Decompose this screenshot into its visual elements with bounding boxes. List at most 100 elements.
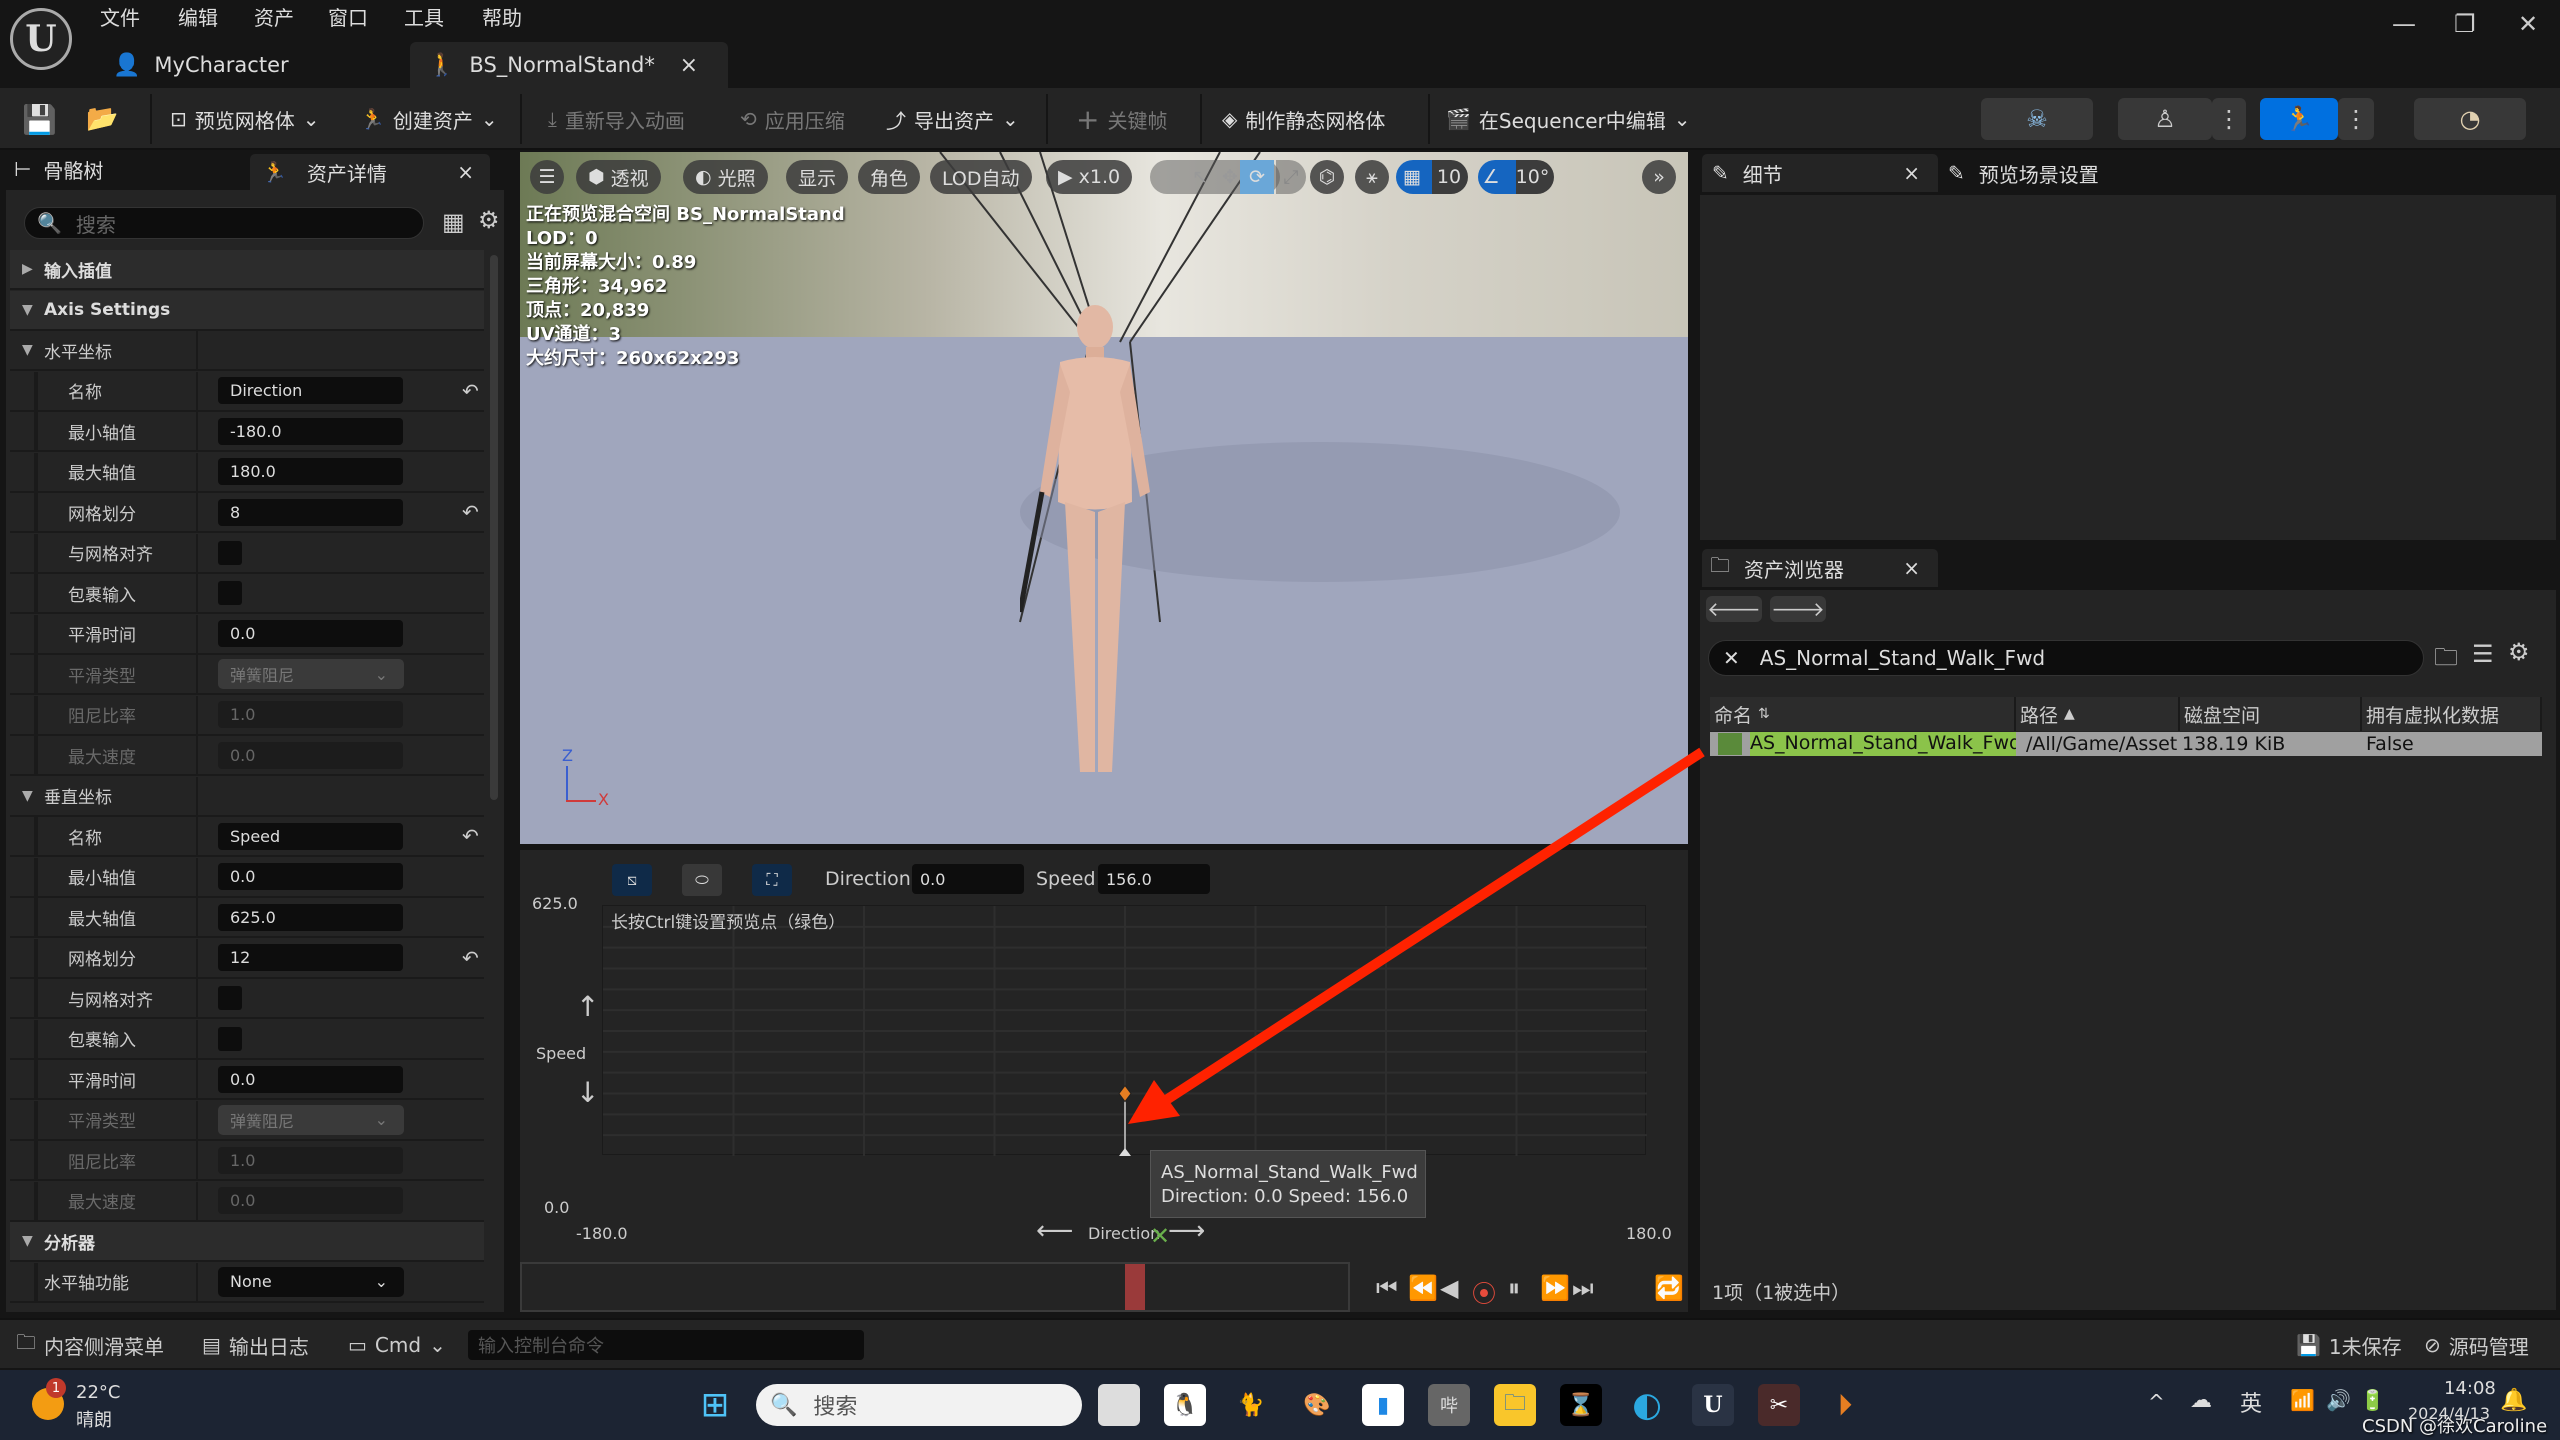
property-value-input[interactable]: Speed bbox=[218, 822, 403, 850]
move-icon[interactable]: ✥ bbox=[1222, 166, 1238, 188]
edit-in-sequencer-button[interactable]: 🎬 在Sequencer中编辑 ⌄ bbox=[1446, 88, 1691, 150]
property-value-input[interactable]: 0.0 bbox=[218, 863, 403, 890]
close-icon[interactable]: × bbox=[457, 160, 474, 184]
gear-icon[interactable]: ⚙ bbox=[478, 206, 500, 234]
menu-asset[interactable]: 资产 bbox=[254, 2, 294, 34]
details-search-input[interactable]: 🔍 搜索 bbox=[24, 207, 424, 239]
close-window-button[interactable]: ✕ bbox=[2518, 10, 2538, 38]
speed-input[interactable]: 156.0 bbox=[1098, 864, 1210, 894]
perspective-button[interactable]: ⬢ 透视 bbox=[576, 160, 661, 194]
collapse-arrow-icon[interactable]: ▼ bbox=[22, 342, 33, 358]
folder-icon[interactable]: 🗀 bbox=[2434, 640, 2458, 681]
gear-icon[interactable]: ⚙ bbox=[2508, 638, 2530, 666]
show-button[interactable]: 显示 bbox=[786, 160, 849, 194]
task-view-icon[interactable] bbox=[1098, 1384, 1140, 1426]
column-header-virtualized[interactable]: 拥有虚拟化数据 bbox=[2362, 697, 2542, 731]
menu-file[interactable]: 文件 bbox=[100, 2, 140, 34]
show-labels-toggle[interactable]: ⬭ bbox=[682, 864, 722, 896]
property-value-input[interactable]: 625.0 bbox=[218, 903, 403, 931]
preview-viewport[interactable]: ☰ ⬢ 透视 ◐ 光照 显示 角色 LOD自动 ▶ x1.0 ↖ ✥ ⟳ ⤢ ⌬ ⚹ ▦… bbox=[520, 152, 1688, 844]
property-category[interactable]: ▼ 垂直坐标 bbox=[10, 776, 484, 817]
bilibili-icon[interactable]: 哔 bbox=[1428, 1384, 1470, 1426]
mesh-mode-options[interactable]: ⋮ bbox=[2212, 98, 2246, 140]
property-checkbox[interactable] bbox=[218, 540, 242, 565]
blendspace-grid[interactable]: 长按Ctrl键设置预览点（绿色） bbox=[602, 905, 1647, 1164]
surface-snap-button[interactable]: ⚹ bbox=[1355, 160, 1389, 194]
property-checkbox[interactable] bbox=[218, 581, 242, 605]
preview-mesh-button[interactable]: ⊡ 预览网格体 ⌄ bbox=[170, 88, 320, 150]
skip-to-start-icon[interactable]: ⏮ bbox=[1376, 1274, 1398, 1302]
taskbar-search[interactable]: 🔍 搜索 bbox=[756, 1384, 1082, 1426]
windows-start-icon[interactable]: ⊞ bbox=[694, 1384, 736, 1426]
browse-asset-icon[interactable]: 📂 bbox=[86, 88, 118, 150]
file-explorer-icon[interactable]: 🗀 bbox=[1494, 1384, 1536, 1426]
property-checkbox[interactable] bbox=[218, 1026, 242, 1051]
filter-icon[interactable]: ☰ bbox=[2472, 640, 2494, 668]
capcut-icon[interactable]: ⌛ bbox=[1560, 1384, 1602, 1426]
close-icon[interactable]: × bbox=[1903, 161, 1920, 185]
skip-to-end-icon[interactable]: ⏭ bbox=[1572, 1274, 1594, 1302]
close-icon[interactable]: × bbox=[680, 53, 698, 78]
output-log-button[interactable]: ▤ 输出日志 bbox=[202, 1320, 309, 1370]
angle-snap-button[interactable]: ∠ 10° bbox=[1478, 160, 1554, 194]
console-command-input[interactable]: 输入控制台命令 bbox=[468, 1330, 864, 1360]
property-category[interactable]: ▶ 输入插值 bbox=[10, 250, 484, 290]
tab-asset-details[interactable]: 🏃 资产详情 × bbox=[250, 154, 490, 190]
collapse-arrow-icon[interactable]: ▼ bbox=[22, 1233, 33, 1249]
column-header-name[interactable]: 命名 ⇅ bbox=[1710, 697, 2016, 731]
expand-arrow-icon[interactable]: ▶ bbox=[22, 261, 33, 277]
collapse-arrow-icon[interactable]: ▼ bbox=[22, 302, 33, 318]
animation-mode-options[interactable]: ⋮ bbox=[2338, 98, 2374, 140]
volume-icon[interactable]: 🔊 bbox=[2326, 1388, 2351, 1412]
character-button[interactable]: 角色 bbox=[858, 160, 921, 194]
fit-view-toggle[interactable]: ⛶ bbox=[752, 864, 792, 896]
property-checkbox[interactable] bbox=[218, 986, 242, 1010]
triangulation-toggle[interactable]: ⧅ bbox=[612, 864, 652, 896]
menu-window[interactable]: 窗口 bbox=[328, 2, 368, 34]
reset-to-default-icon[interactable]: ↶ bbox=[462, 500, 479, 524]
play-reverse-icon[interactable]: ◀ bbox=[1440, 1274, 1458, 1302]
animation-mode-button[interactable]: 🏃 bbox=[2260, 98, 2338, 140]
loop-icon[interactable]: 🔁 bbox=[1654, 1274, 1684, 1302]
viewport-menu-button[interactable]: ☰ bbox=[530, 160, 564, 194]
restore-button[interactable]: ❐ bbox=[2454, 10, 2476, 38]
make-static-mesh-button[interactable]: ◈ 制作静态网格体 bbox=[1222, 88, 1385, 150]
column-header-disk-size[interactable]: 磁盘空间 bbox=[2180, 697, 2362, 731]
qq-icon[interactable]: 🐧 bbox=[1164, 1384, 1206, 1426]
property-value-input[interactable]: -180.0 bbox=[218, 417, 403, 445]
show-hidden-icons[interactable]: ^ bbox=[2148, 1390, 2165, 1414]
close-icon[interactable]: × bbox=[1903, 556, 1920, 580]
notification-bell-icon[interactable]: 🔔 bbox=[2500, 1388, 2527, 1413]
clock-time[interactable]: 14:08 bbox=[2444, 1378, 2496, 1399]
menu-help[interactable]: 帮助 bbox=[482, 2, 522, 34]
property-value-input[interactable]: 0.0 bbox=[218, 620, 403, 647]
edge-icon[interactable]: ◐ bbox=[1626, 1384, 1668, 1426]
column-header-path[interactable]: 路径 ▲ bbox=[2016, 697, 2180, 731]
property-value-input[interactable]: Direction bbox=[218, 377, 403, 404]
tab-mycharacter[interactable]: 👤 MyCharacter bbox=[95, 42, 415, 88]
tab-bs-normalstand[interactable]: 🚶 BS_NormalStand* × bbox=[410, 42, 728, 88]
keyframe-button[interactable]: + 关键帧 bbox=[1076, 88, 1167, 150]
physics-mode-button[interactable]: ◔ bbox=[2414, 98, 2526, 140]
unsaved-button[interactable]: 💾 1未保存 bbox=[2296, 1320, 2402, 1370]
forward-button[interactable]: 🡒 bbox=[1770, 596, 1826, 622]
tab-asset-browser[interactable]: 🗀 资产浏览器 × bbox=[1702, 549, 1938, 587]
reset-to-default-icon[interactable]: ↶ bbox=[462, 824, 479, 848]
collapse-arrow-icon[interactable]: ▼ bbox=[22, 788, 33, 804]
pause-icon[interactable]: ⏸ bbox=[1508, 1274, 1520, 1302]
unreal-engine-taskbar-icon[interactable]: U bbox=[1692, 1384, 1734, 1426]
mesh-mode-button[interactable]: ♙ bbox=[2118, 98, 2212, 140]
property-dropdown[interactable]: None ⌄ bbox=[218, 1266, 404, 1297]
notepad-app-icon[interactable]: ▮ bbox=[1362, 1384, 1404, 1426]
skeleton-mode-button[interactable]: ☠ bbox=[1981, 98, 2093, 140]
step-forward-icon[interactable]: ⏩ bbox=[1540, 1274, 1570, 1302]
input-method-indicator[interactable]: 英 bbox=[2240, 1386, 2262, 1418]
onedrive-icon[interactable]: ☁ bbox=[2190, 1388, 2212, 1413]
reset-to-default-icon[interactable]: ↶ bbox=[462, 379, 479, 403]
battery-icon[interactable]: 🔋 bbox=[2360, 1388, 2385, 1412]
reset-to-default-icon[interactable]: ↶ bbox=[462, 946, 479, 970]
tab-preview-scene-settings[interactable]: ✎ 预览场景设置 bbox=[1948, 154, 2099, 192]
apply-compression-button[interactable]: ⟲ 应用压缩 bbox=[740, 88, 845, 150]
more-options-button[interactable]: » bbox=[1642, 160, 1676, 194]
content-drawer-button[interactable]: 🗀 内容侧滑菜单 bbox=[16, 1320, 164, 1370]
